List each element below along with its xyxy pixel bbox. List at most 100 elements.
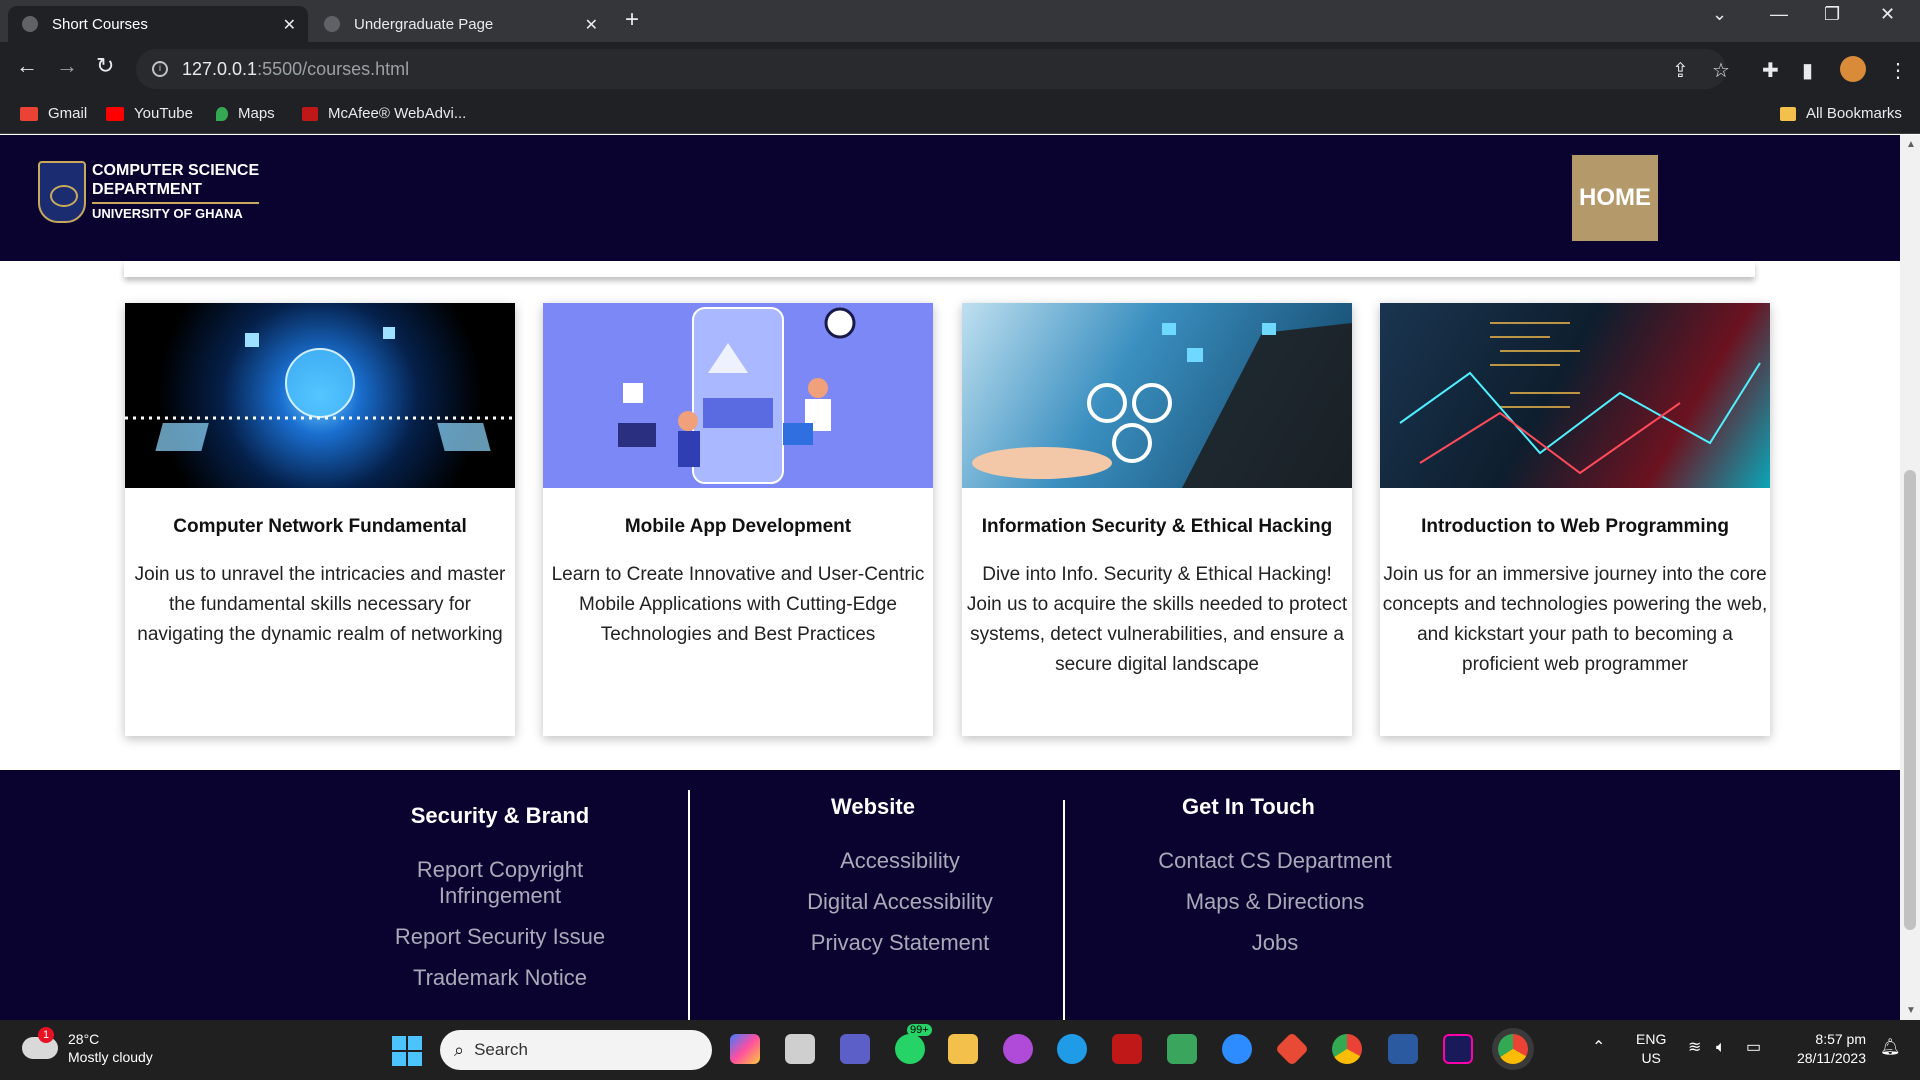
mcafee-icon[interactable] (1112, 1034, 1142, 1064)
file-explorer-icon[interactable] (948, 1034, 978, 1064)
footer-link[interactable]: Report Copyright Infringement (360, 857, 640, 909)
chrome-icon[interactable] (1332, 1034, 1362, 1064)
weather-notification-badge: 1 (38, 1027, 54, 1043)
footer-link[interactable]: Report Security Issue (360, 924, 640, 950)
volume-icon[interactable]: 🔈︎ (1716, 1038, 1726, 1057)
copilot-icon[interactable] (730, 1034, 760, 1064)
tab-title: Undergraduate Page (354, 15, 494, 33)
start-button[interactable] (392, 1036, 422, 1066)
tab-search-chevron-icon[interactable]: ⌄ (1712, 4, 1727, 25)
app-window-icon[interactable] (1388, 1034, 1418, 1064)
new-tab-icon[interactable]: + (625, 6, 639, 34)
wifi-icon[interactable]: ≋ (1688, 1038, 1701, 1057)
reload-icon[interactable]: ↻ (96, 53, 114, 79)
region-code: US (1641, 1050, 1661, 1066)
bookmark-youtube[interactable]: YouTube (106, 105, 193, 122)
language-indicator[interactable]: ENG US (1636, 1030, 1666, 1068)
taskbar-search[interactable]: ⌕ Search (440, 1030, 712, 1070)
bookmark-star-icon[interactable]: ☆ (1712, 58, 1730, 83)
bookmark-mcafee[interactable]: McAfee® WebAdvi... (302, 105, 466, 122)
notifications-bell-icon[interactable]: 🔔︎ (1880, 1038, 1900, 1057)
footer-link[interactable]: Accessibility (775, 848, 1025, 874)
teams-icon[interactable] (840, 1034, 870, 1064)
wps-office-icon[interactable] (1003, 1034, 1033, 1064)
page-scrollbar[interactable]: ▲ ▼ (1900, 135, 1920, 1020)
tab-short-courses[interactable]: Short Courses ✕ (8, 6, 308, 42)
close-tab-icon[interactable]: ✕ (585, 15, 598, 35)
weather-widget[interactable]: 1 28°C Mostly cloudy (22, 1027, 153, 1066)
browser-toolbar: ← → ↻ i 127.0.0.1:5500/courses.html ⇪ ☆ … (0, 42, 1920, 96)
chrome-active-icon[interactable] (1498, 1034, 1528, 1064)
mobile-app-illustration (618, 307, 856, 484)
bookmark-gmail[interactable]: Gmail (20, 105, 87, 122)
course-card-security[interactable]: Information Security & Ethical Hacking D… (962, 303, 1352, 736)
footer-link[interactable]: Trademark Notice (360, 965, 640, 991)
restore-icon[interactable]: ❐ (1824, 4, 1840, 25)
footer-link[interactable]: Digital Accessibility (775, 889, 1025, 915)
department-logo[interactable]: COMPUTER SCIENCE DEPARTMENT UNIVERSITY O… (38, 161, 260, 224)
footer-link[interactable]: Contact CS Department (1130, 848, 1420, 874)
node-icon[interactable] (1167, 1034, 1197, 1064)
footer-divider (1063, 800, 1065, 1020)
intellij-icon[interactable] (1443, 1034, 1473, 1064)
battery-icon[interactable]: ▭ (1746, 1038, 1761, 1057)
globe-icon (22, 16, 38, 32)
footer-link[interactable]: Jobs (1130, 930, 1420, 956)
bookmark-label: McAfee® WebAdvi... (328, 105, 467, 122)
address-bar[interactable]: i 127.0.0.1:5500/courses.html (136, 49, 1726, 89)
course-card-web[interactable]: Introduction to Web Programming Join us … (1380, 303, 1770, 736)
scroll-up-icon[interactable]: ▲ (1906, 139, 1916, 150)
edge-icon[interactable] (1057, 1034, 1087, 1064)
web-programming-illustration (1399, 322, 1761, 475)
profile-avatar[interactable] (1840, 56, 1866, 82)
menu-icon[interactable]: ⋮ (1888, 58, 1908, 83)
gmail-icon (20, 106, 38, 121)
all-bookmarks[interactable]: All Bookmarks (1780, 105, 1902, 122)
footer-security-column: Security & Brand Report Copyright Infrin… (360, 803, 640, 991)
zoom-icon[interactable] (1222, 1034, 1252, 1064)
git-icon[interactable] (1275, 1032, 1309, 1066)
footer-divider (688, 790, 690, 1020)
share-icon[interactable]: ⇪ (1672, 58, 1689, 83)
scroll-down-icon[interactable]: ▼ (1906, 1005, 1916, 1016)
logo-line-3: UNIVERSITY OF GHANA (92, 206, 243, 221)
whatsapp-icon[interactable]: 99+ (895, 1024, 932, 1064)
task-view-icon[interactable] (785, 1034, 815, 1064)
close-window-icon[interactable]: ✕ (1880, 4, 1895, 25)
bookmark-label: YouTube (134, 105, 193, 122)
whatsapp-badge: 99+ (907, 1024, 932, 1036)
close-tab-icon[interactable]: ✕ (283, 15, 296, 35)
url-path: :5500/courses.html (257, 58, 410, 79)
clock[interactable]: 8:57 pm 28/11/2023 (1786, 1030, 1866, 1068)
all-bookmarks-label: All Bookmarks (1806, 105, 1902, 122)
logo-line-2: DEPARTMENT (92, 180, 260, 204)
logo-line-1: COMPUTER SCIENCE (92, 162, 260, 179)
clock-time: 8:57 pm (1815, 1031, 1866, 1047)
course-title: Introduction to Web Programming (1421, 516, 1729, 537)
side-panel-icon[interactable]: ▮ (1802, 58, 1813, 83)
footer-heading: Get In Touch (1182, 794, 1315, 819)
forward-icon[interactable]: → (56, 53, 78, 79)
back-icon[interactable]: ← (16, 53, 38, 79)
page-viewport: COMPUTER SCIENCE DEPARTMENT UNIVERSITY O… (0, 135, 1900, 1020)
course-card-mobile[interactable]: Mobile App Development Learn to Create I… (543, 303, 933, 736)
show-hidden-icons-chevron-icon[interactable]: ⌃ (1592, 1038, 1605, 1057)
footer-link[interactable]: Maps & Directions (1130, 889, 1420, 915)
footer-link[interactable]: Privacy Statement (775, 930, 1025, 956)
site-header: COMPUTER SCIENCE DEPARTMENT UNIVERSITY O… (0, 135, 1900, 261)
tab-undergraduate-page[interactable]: Undergraduate Page ✕ (310, 6, 610, 42)
extensions-icon[interactable]: ✚ (1762, 58, 1779, 83)
security-illustration (972, 323, 1352, 488)
course-card-network[interactable]: Computer Network Fundamental Join us to … (125, 303, 515, 736)
course-image-mobile (543, 303, 933, 488)
scrollbar-thumb[interactable] (1904, 470, 1916, 930)
section-divider (124, 261, 1755, 277)
bookmark-maps[interactable]: Maps (216, 105, 275, 122)
minimize-icon[interactable]: — (1770, 4, 1788, 25)
maps-icon (216, 106, 228, 121)
network-illustration (125, 327, 515, 451)
university-crest-icon (38, 161, 86, 223)
browser-tab-strip: Short Courses ✕ Undergraduate Page ✕ + ⌄… (0, 0, 1920, 42)
site-info-icon[interactable]: i (152, 61, 168, 77)
home-button[interactable]: HOME (1572, 155, 1658, 241)
